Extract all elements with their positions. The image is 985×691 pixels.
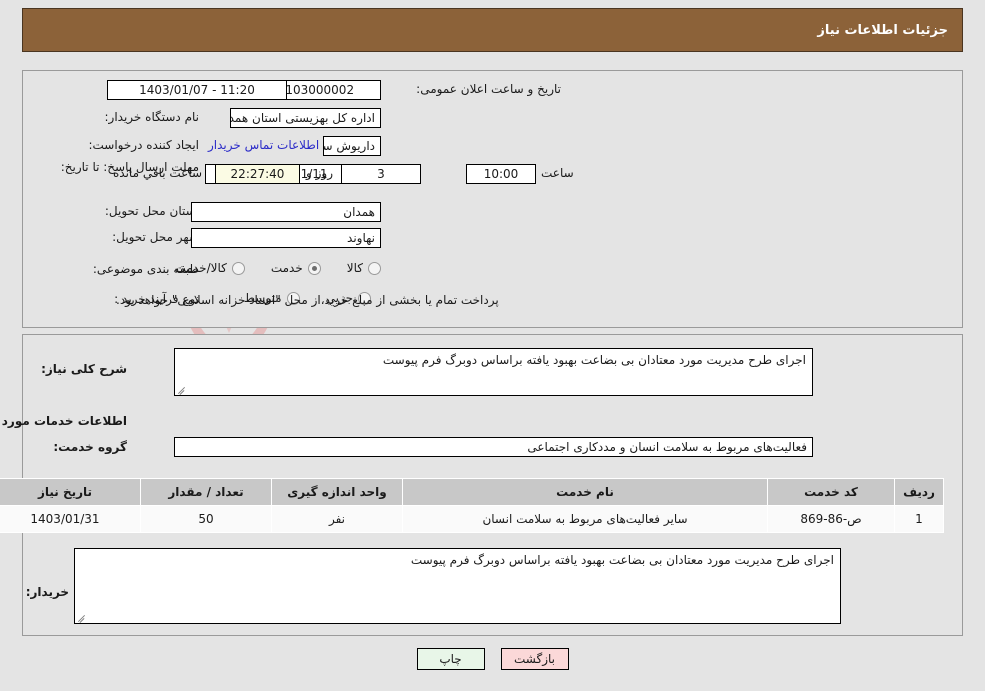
buyer-org-label: نام دستگاه خریدار: — [104, 110, 200, 124]
countdown-label: ساعت باقي مانده — [113, 166, 203, 180]
creator-row: ایجاد کننده درخواست: — [88, 138, 199, 152]
city-label: شهر محل تحویل: — [112, 230, 199, 244]
province-field[interactable]: همدان — [191, 202, 381, 222]
category-option-label: کالا/خدمت — [174, 261, 227, 275]
creator-label: ایجاد کننده درخواست: — [88, 138, 199, 152]
category-option-label: خدمت — [270, 261, 303, 275]
cell-date: 1403/01/31 — [0, 505, 141, 533]
footer-actions: بازگشت چاپ — [0, 648, 985, 670]
table-header-row: ردیف کد خدمت نام خدمت واحد اندازه گیری ت… — [0, 478, 944, 506]
cell-row-number: 1 — [894, 505, 944, 533]
category-radio-group[interactable]: کالا خدمت کالا/خدمت — [175, 261, 381, 275]
page-title: جزئیات اطلاعات نیاز — [817, 22, 948, 38]
deadline-days-field[interactable]: 3 — [341, 164, 421, 184]
buyer-notes-textarea[interactable]: اجرای طرح مدیریت مورد معتادان بی بضاعت ب… — [74, 548, 841, 624]
countdown-field: 22:27:40 — [215, 164, 300, 184]
deadline-time-label: ساعت — [541, 166, 574, 180]
announce-date-label: تاریخ و ساعت اعلان عمومی: — [416, 82, 561, 96]
table-col-code: کد خدمت — [767, 478, 895, 506]
province-row: استان محل تحویل: — [105, 204, 199, 218]
need-info-panel — [22, 70, 963, 328]
announce-date-field[interactable]: 11:20 - 1403/01/07 — [107, 80, 287, 100]
services-table-wrapper: ردیف کد خدمت نام خدمت واحد اندازه گیری ت… — [0, 478, 944, 533]
table-col-quantity: تعداد / مقدار — [140, 478, 272, 506]
table-col-date: تاریخ نیاز — [0, 478, 141, 506]
general-desc-textarea[interactable]: اجرای طرح مدیریت مورد معتادان بی بضاعت ب… — [174, 348, 813, 396]
buyer-org-field[interactable]: اداره کل بهزیستی استان همدان — [230, 108, 381, 128]
creator-field[interactable]: داریوش سلگی کاربرداز اداره کل بهزیستی اس… — [323, 136, 381, 156]
buyer-org-row: نام دستگاه خریدار: — [105, 110, 200, 124]
general-desc-label: شرح کلی نیاز: — [41, 362, 127, 376]
resize-grip-icon[interactable] — [177, 384, 187, 394]
radio-icon[interactable] — [307, 261, 321, 275]
category-option-khedmat[interactable]: خدمت — [271, 261, 321, 275]
service-group-field[interactable]: فعالیت‌های مربوط به سلامت انسان و مددکار… — [174, 437, 813, 457]
cell-quantity: 50 — [140, 505, 272, 533]
announce-date-label-row: تاریخ و ساعت اعلان عمومی: — [416, 82, 561, 96]
services-table: ردیف کد خدمت نام خدمت واحد اندازه گیری ت… — [0, 478, 944, 533]
cell-unit: نفر — [271, 505, 403, 533]
radio-icon[interactable] — [368, 261, 381, 275]
table-col-name: نام خدمت — [402, 478, 768, 506]
buyer-contact-link[interactable]: اطلاعات تماس خریدار — [208, 138, 319, 152]
cell-code: ص-86-869 — [767, 505, 895, 533]
resize-grip-icon[interactable] — [77, 612, 87, 622]
buyer-notes-value: اجرای طرح مدیریت مورد معتادان بی بضاعت ب… — [410, 553, 834, 567]
print-button[interactable]: چاپ — [416, 648, 485, 670]
category-option-kala[interactable]: کالا — [347, 261, 381, 275]
table-col-unit: واحد اندازه گیری — [271, 478, 403, 506]
table-col-row: ردیف — [894, 478, 944, 506]
service-group-label: گروه خدمت: — [53, 440, 127, 454]
back-button[interactable]: بازگشت — [500, 648, 569, 670]
table-row[interactable]: 1 ص-86-869 سایر فعالیت‌های مربوط به سلام… — [0, 505, 944, 533]
category-option-label: کالا — [346, 261, 363, 275]
city-field[interactable]: نهاوند — [191, 228, 381, 248]
deadline-time-field[interactable]: 10:00 — [466, 164, 536, 184]
process-note: پرداخت تمام یا بخشی از مبلغ خرید،از محل … — [116, 293, 499, 307]
deadline-days-label: روز و — [306, 166, 333, 180]
page-header: جزئیات اطلاعات نیاز — [22, 8, 963, 52]
cell-name: سایر فعالیت‌های مربوط به سلامت انسان — [402, 505, 768, 533]
city-row: شهر محل تحویل: — [112, 230, 199, 244]
radio-icon[interactable] — [231, 261, 245, 275]
province-label: استان محل تحویل: — [104, 204, 199, 218]
general-desc-value: اجرای طرح مدیریت مورد معتادان بی بضاعت ب… — [382, 353, 806, 367]
category-option-kala-khedmat[interactable]: کالا/خدمت — [175, 261, 245, 275]
services-section-heading: اطلاعات خدمات مورد نیاز — [0, 414, 127, 428]
